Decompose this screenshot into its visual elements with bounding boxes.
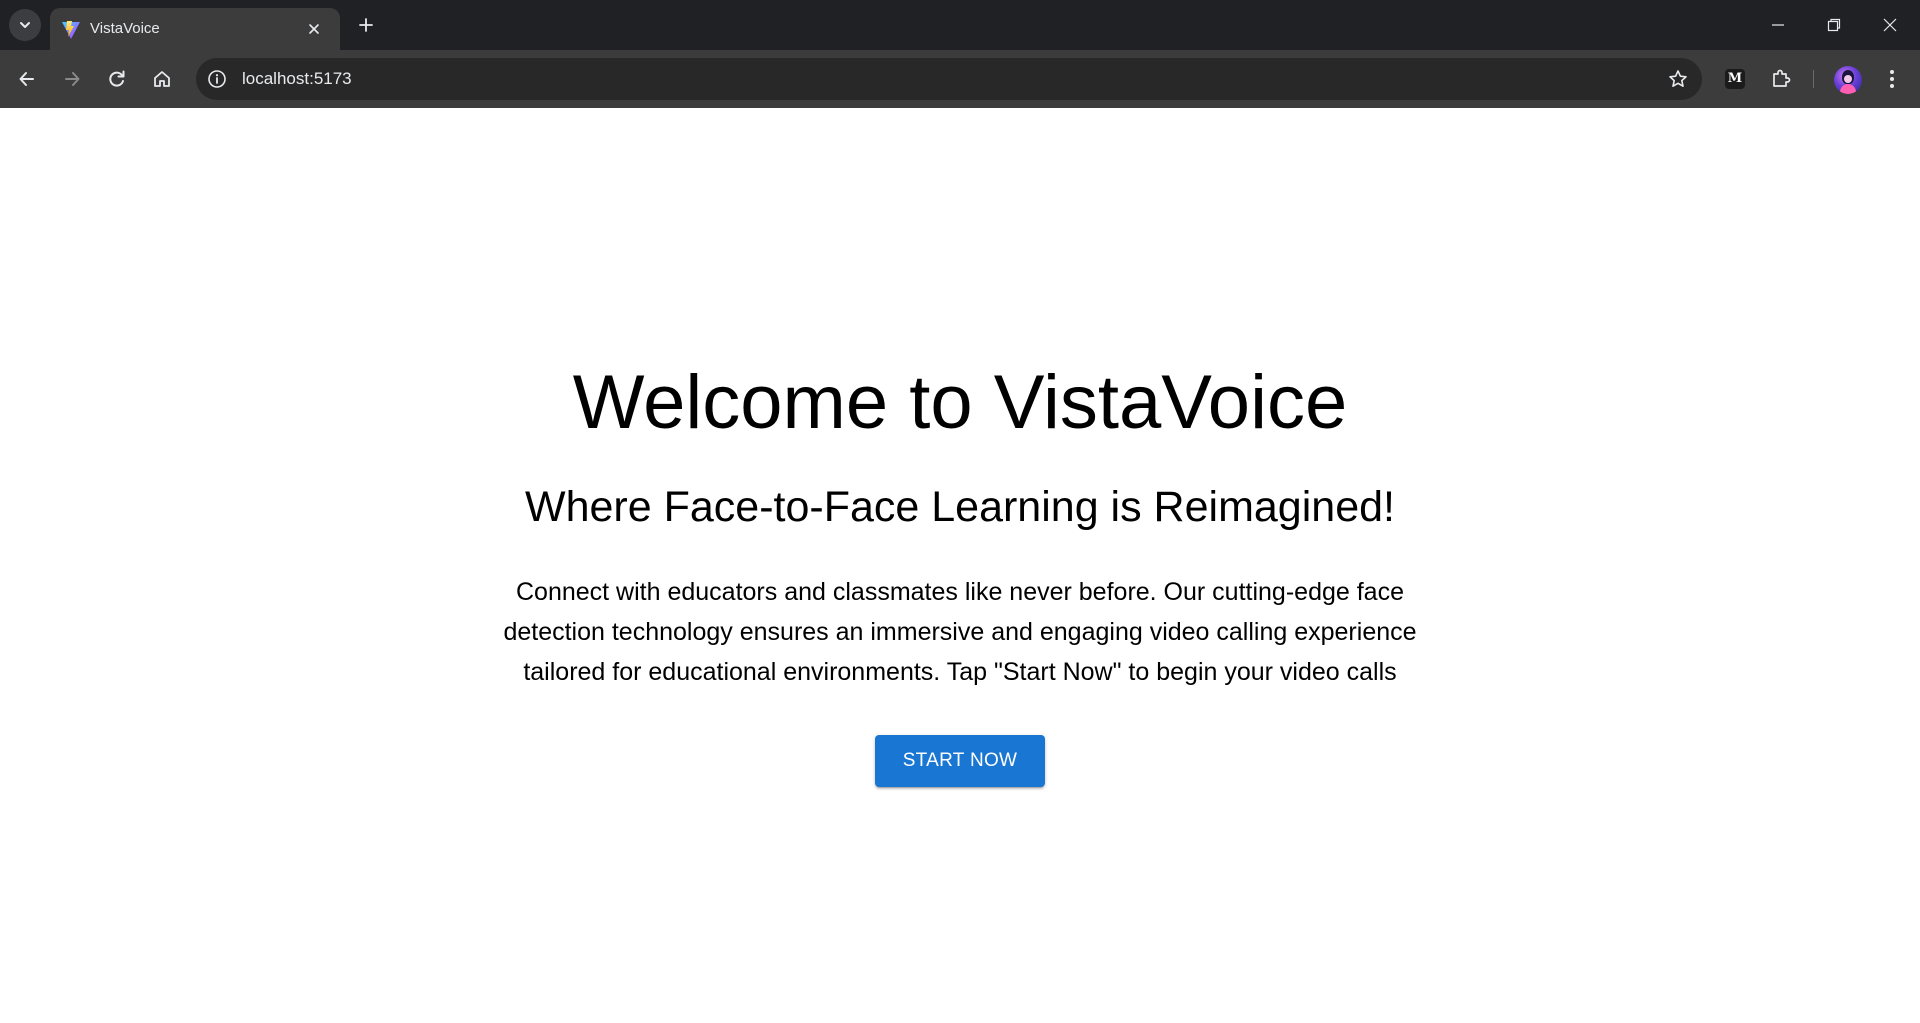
start-now-button[interactable]: START NOW — [875, 735, 1045, 787]
profile-avatar[interactable] — [1834, 66, 1862, 94]
extensions-button[interactable] — [1765, 63, 1797, 95]
address-bar[interactable]: localhost:5173 — [196, 58, 1702, 100]
toolbar-divider — [1813, 70, 1814, 88]
tab-search-button[interactable] — [9, 9, 41, 41]
page-title: Welcome to VistaVoice — [572, 360, 1348, 445]
star-icon — [1669, 70, 1687, 87]
minimize-icon — [1772, 24, 1784, 26]
close-window-icon — [1883, 18, 1897, 32]
back-button[interactable] — [9, 61, 45, 97]
tab-title: VistaVoice — [90, 20, 160, 37]
close-icon — [309, 24, 319, 34]
restore-icon — [1827, 18, 1841, 32]
tab-close-button[interactable] — [302, 17, 326, 41]
home-button[interactable] — [144, 61, 180, 97]
plus-icon — [359, 18, 373, 32]
hero-description: Connect with educators and classmates li… — [503, 578, 1417, 686]
medium-extension-button[interactable]: M — [1719, 63, 1751, 95]
minimize-window-button[interactable] — [1750, 0, 1806, 50]
forward-button[interactable] — [54, 61, 90, 97]
close-window-button[interactable] — [1862, 0, 1918, 50]
site-info-button[interactable] — [202, 64, 232, 94]
arrow-left-icon — [19, 72, 34, 86]
chevron-down-icon — [20, 22, 30, 28]
vite-logo-icon — [62, 21, 80, 39]
reload-icon — [109, 70, 125, 87]
bookmark-star-button[interactable] — [1662, 63, 1694, 95]
arrow-right-icon — [65, 72, 80, 86]
home-icon — [154, 71, 170, 87]
info-icon — [208, 70, 226, 88]
url-text[interactable]: localhost:5173 — [242, 69, 352, 89]
new-tab-button[interactable] — [350, 9, 382, 41]
puzzle-icon — [1773, 69, 1791, 87]
browser-tab-active[interactable]: VistaVoice — [50, 8, 340, 50]
browser-toolbar: localhost:5173 M — [0, 50, 1920, 108]
medium-icon: M — [1725, 69, 1745, 89]
browser-menu-button[interactable] — [1876, 61, 1908, 97]
restore-window-button[interactable] — [1806, 0, 1862, 50]
browser-tab-strip: VistaVoice — [0, 0, 1920, 50]
reload-button[interactable] — [99, 61, 135, 97]
page-viewport: Welcome to VistaVoice Where Face-to-Face… — [0, 108, 1920, 1023]
page-subtitle: Where Face-to-Face Learning is Reimagine… — [525, 483, 1395, 531]
more-vert-icon — [1890, 70, 1894, 88]
